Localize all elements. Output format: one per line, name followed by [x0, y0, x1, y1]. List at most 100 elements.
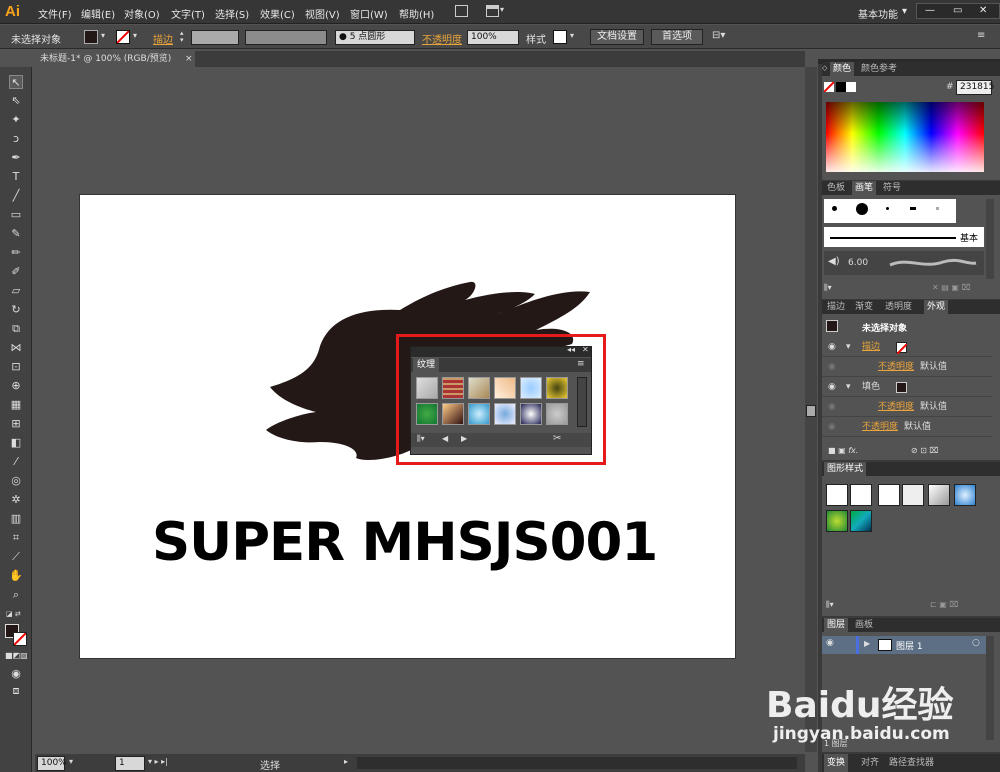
zoom-dropdown-icon[interactable]: ▾	[69, 757, 73, 766]
stroke-none-swatch[interactable]	[896, 342, 908, 355]
pencil-tool-icon[interactable]: ✏	[9, 246, 23, 260]
style-texture-teal[interactable]	[850, 510, 872, 532]
fx-button[interactable]: fx.	[848, 446, 858, 455]
visibility-eye-icon[interactable]: ◉	[828, 358, 836, 377]
artboard-number-field[interactable]: 1	[115, 756, 145, 771]
menu-type[interactable]: 文字(T)	[171, 6, 205, 21]
blob-brush-tool-icon[interactable]: ✐	[9, 265, 23, 279]
arrange-documents-icon[interactable]	[486, 5, 499, 17]
texture-tab[interactable]: 纹理	[413, 358, 440, 372]
paintbrush-tool-icon[interactable]: ✎	[9, 227, 23, 241]
expand-arrow-icon[interactable]: ▾	[846, 338, 851, 357]
scale-tool-icon[interactable]: ⧉	[9, 322, 23, 336]
texture-swatch-12[interactable]	[546, 403, 568, 425]
menu-edit[interactable]: 编辑(E)	[81, 6, 115, 21]
close-window-icon[interactable]: ✕	[979, 5, 987, 16]
opacity-row-label-3[interactable]: 不透明度	[862, 418, 898, 437]
canvas-vertical-scrollbar[interactable]	[805, 67, 817, 752]
texture-swatch-10[interactable]	[494, 403, 516, 425]
style-dropdown-icon[interactable]: ▾	[570, 31, 574, 40]
color-mode-icons[interactable]: ■◩▨	[5, 651, 28, 660]
tab-symbols[interactable]: 符号	[880, 181, 904, 195]
screen-mode-icon[interactable]: ⧈	[9, 684, 23, 698]
stroke-weight-field[interactable]	[191, 30, 239, 45]
tab-color[interactable]: 颜色	[830, 62, 855, 76]
appearance-opacity-row-1[interactable]: ◉ 不透明度 默认值	[822, 358, 992, 377]
hand-tool-icon[interactable]: ✋	[9, 569, 23, 583]
opacity-row-label-1[interactable]: 不透明度	[878, 358, 914, 377]
direct-selection-tool-icon[interactable]: ⇖	[9, 94, 23, 108]
texture-swatch-6[interactable]	[546, 377, 568, 399]
visibility-eye-icon[interactable]: ◉	[828, 418, 836, 437]
eyedropper-tool-icon[interactable]: ⁄	[9, 455, 23, 469]
width-tool-icon[interactable]: ⋈	[9, 341, 23, 355]
style-default[interactable]	[826, 484, 848, 506]
texture-swatch-8[interactable]	[442, 403, 464, 425]
zoom-field[interactable]: 100%	[37, 756, 67, 771]
tab-brushes[interactable]: 画笔	[852, 181, 877, 195]
tab-color-guide[interactable]: 颜色参考	[858, 62, 900, 76]
menu-select[interactable]: 选择(S)	[215, 6, 249, 21]
texture-swatch-4[interactable]	[494, 377, 516, 399]
stroke-color-box[interactable]	[13, 632, 27, 646]
panel-title-bar[interactable]: ◂◂ ✕	[411, 345, 591, 357]
artboard-tool-icon[interactable]: ⌗	[9, 531, 23, 545]
menu-effect[interactable]: 效果(C)	[260, 6, 295, 21]
variable-width-select[interactable]	[245, 30, 327, 45]
brush-dot-small[interactable]	[832, 206, 837, 211]
brush-calligraphic[interactable]	[910, 207, 916, 210]
pen-tool-icon[interactable]: ✒	[9, 151, 23, 165]
stroke-swatch[interactable]	[116, 30, 130, 44]
shape-builder-tool-icon[interactable]: ⊕	[9, 379, 23, 393]
graphic-style-swatch[interactable]	[553, 30, 567, 44]
stroke-label[interactable]: 描边	[153, 31, 173, 46]
tab-align[interactable]: 对齐	[858, 754, 882, 772]
opacity-field[interactable]: 100%	[467, 30, 519, 45]
new-fill-icon[interactable]: ▣	[838, 446, 846, 455]
new-stroke-icon[interactable]: ■	[828, 446, 836, 455]
style-texture-green[interactable]	[826, 510, 848, 532]
align-icon[interactable]: ⊟▾	[712, 30, 725, 41]
menu-window[interactable]: 窗口(W)	[350, 6, 388, 21]
layer-row[interactable]: ◉ ▶ 图层 1 ○	[822, 636, 994, 654]
texture-swatch-7[interactable]	[416, 403, 438, 425]
texture-swatch-1[interactable]	[416, 377, 438, 399]
layer-visibility-icon[interactable]: ◉	[826, 638, 834, 648]
texture-swatch-5[interactable]	[520, 377, 542, 399]
previous-library-icon[interactable]: ◀	[442, 434, 448, 443]
layer-target-icon[interactable]: ○	[972, 638, 980, 648]
style-gradient-gray[interactable]	[928, 484, 950, 506]
tab-layers[interactable]: 图层	[824, 618, 849, 632]
zoom-tool-icon[interactable]: ⌕	[9, 588, 23, 602]
status-menu-icon[interactable]: ▸	[344, 757, 348, 766]
close-panel-icon[interactable]: ✕	[582, 345, 589, 354]
style-white[interactable]	[878, 484, 900, 506]
appearance-opacity-row-2[interactable]: ◉ 不透明度 默认值	[822, 398, 992, 417]
styles-library-icon[interactable]: ⫼▾	[826, 600, 834, 610]
panel-toggle-icon[interactable]: ◇	[822, 64, 827, 72]
unlink-icon[interactable]: ✂	[553, 433, 561, 444]
mesh-tool-icon[interactable]: ⊞	[9, 417, 23, 431]
gradient-tool-icon[interactable]: ◧	[9, 436, 23, 450]
fill-dropdown-icon[interactable]: ▾	[101, 31, 105, 40]
tab-stroke[interactable]: 描边	[824, 300, 848, 314]
drawing-mode-icon[interactable]: ◉	[9, 667, 23, 681]
clear-appearance-icon[interactable]: ⊘ ⊡ ⌧	[911, 446, 939, 455]
visibility-eye-icon[interactable]: ◉	[828, 338, 836, 357]
expand-arrow-icon[interactable]: ▾	[846, 378, 851, 397]
opacity-row-label-2[interactable]: 不透明度	[878, 398, 914, 417]
preferences-button[interactable]: 首选项	[651, 29, 703, 45]
document-setup-button[interactable]: 文档设置	[590, 29, 644, 45]
symbol-sprayer-tool-icon[interactable]: ✲	[9, 493, 23, 507]
texture-swatch-3[interactable]	[468, 377, 490, 399]
selection-tool-icon[interactable]: ↖	[9, 75, 23, 89]
visibility-eye-icon[interactable]: ◉	[828, 378, 836, 397]
tab-swatches[interactable]: 色板	[824, 181, 848, 195]
free-transform-tool-icon[interactable]: ⊡	[9, 360, 23, 374]
chalk-brush-row[interactable]: ◀) 6.00	[824, 251, 984, 275]
collapse-panel-icon[interactable]: ◂◂	[567, 345, 575, 354]
brush-dot-tiny[interactable]	[886, 207, 889, 210]
blend-tool-icon[interactable]: ◎	[9, 474, 23, 488]
texture-swatch-2[interactable]	[442, 377, 464, 399]
close-tab-icon[interactable]: ×	[185, 51, 193, 67]
